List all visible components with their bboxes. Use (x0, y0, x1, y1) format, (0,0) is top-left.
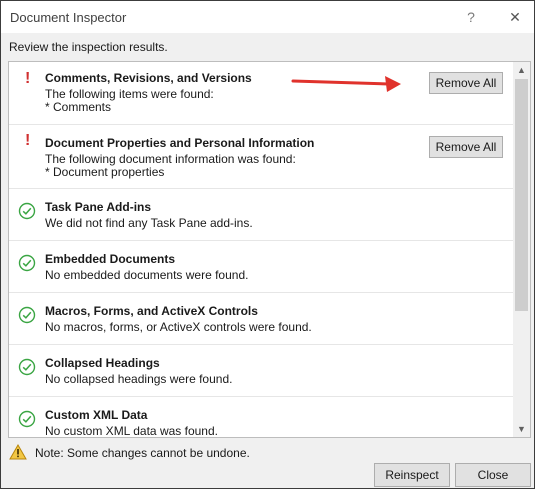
remove-all-comments-button[interactable]: Remove All (429, 72, 503, 94)
window-title: Document Inspector (10, 10, 127, 25)
result-row-macros: Macros, Forms, and ActiveX Controls No m… (9, 292, 513, 345)
result-detail-item: * Document properties (45, 165, 165, 179)
close-button[interactable]: Close (455, 463, 531, 487)
result-row-task-pane-addins: Task Pane Add-ins We did not find any Ta… (9, 188, 513, 241)
check-circle-icon (18, 358, 36, 376)
result-title: Macros, Forms, and ActiveX Controls (45, 304, 258, 318)
result-row-collapsed-headings: Collapsed Headings No collapsed headings… (9, 344, 513, 397)
check-circle-icon (18, 410, 36, 428)
result-title: Custom XML Data (45, 408, 148, 422)
title-bar: Document Inspector ? ✕ (1, 1, 534, 33)
check-circle-icon (18, 254, 36, 272)
reinspect-button[interactable]: Reinspect (374, 463, 450, 487)
document-inspector-dialog: Document Inspector ? ✕ Review the inspec… (0, 0, 535, 489)
check-circle-icon (18, 202, 36, 220)
note-text: Note: Some changes cannot be undone. (35, 446, 250, 460)
remove-all-properties-button[interactable]: Remove All (429, 136, 503, 158)
instructions-text: Review the inspection results. (9, 40, 168, 54)
close-window-button[interactable]: ✕ (503, 5, 527, 29)
result-title: Embedded Documents (45, 252, 176, 266)
result-detail: The following document information was f… (45, 152, 296, 166)
result-detail: We did not find any Task Pane add-ins. (45, 216, 253, 230)
scrollbar-thumb[interactable] (515, 79, 528, 311)
result-row-embedded-documents: Embedded Documents No embedded documents… (9, 240, 513, 293)
result-title: Comments, Revisions, and Versions (45, 71, 252, 85)
result-detail-item: * Comments (45, 100, 112, 114)
result-row-custom-xml: Custom XML Data No custom XML data was f… (9, 396, 513, 438)
result-row-document-properties: ! Document Properties and Personal Infor… (9, 124, 513, 189)
result-detail: No macros, forms, or ActiveX controls we… (45, 320, 312, 334)
warning-icon: ! (25, 132, 31, 149)
warning-icon: ! (25, 70, 31, 87)
result-detail: No custom XML data was found. (45, 424, 218, 438)
warning-triangle-icon (9, 444, 27, 460)
result-row-comments: ! Comments, Revisions, and Versions The … (9, 62, 513, 125)
result-detail: The following items were found: (45, 87, 214, 101)
check-circle-icon (18, 306, 36, 324)
result-detail: No embedded documents were found. (45, 268, 249, 282)
inspection-results-list: ! Comments, Revisions, and Versions The … (8, 61, 531, 438)
result-detail: No collapsed headings were found. (45, 372, 233, 386)
red-arrow-annotation-icon (291, 76, 401, 92)
vertical-scrollbar[interactable]: ▲ ▼ (513, 62, 530, 437)
scroll-down-arrow-icon[interactable]: ▼ (513, 421, 530, 437)
help-button[interactable]: ? (459, 5, 483, 29)
scroll-up-arrow-icon[interactable]: ▲ (513, 62, 530, 78)
result-title: Task Pane Add-ins (45, 200, 152, 214)
result-title: Collapsed Headings (45, 356, 160, 370)
result-title: Document Properties and Personal Informa… (45, 136, 315, 150)
